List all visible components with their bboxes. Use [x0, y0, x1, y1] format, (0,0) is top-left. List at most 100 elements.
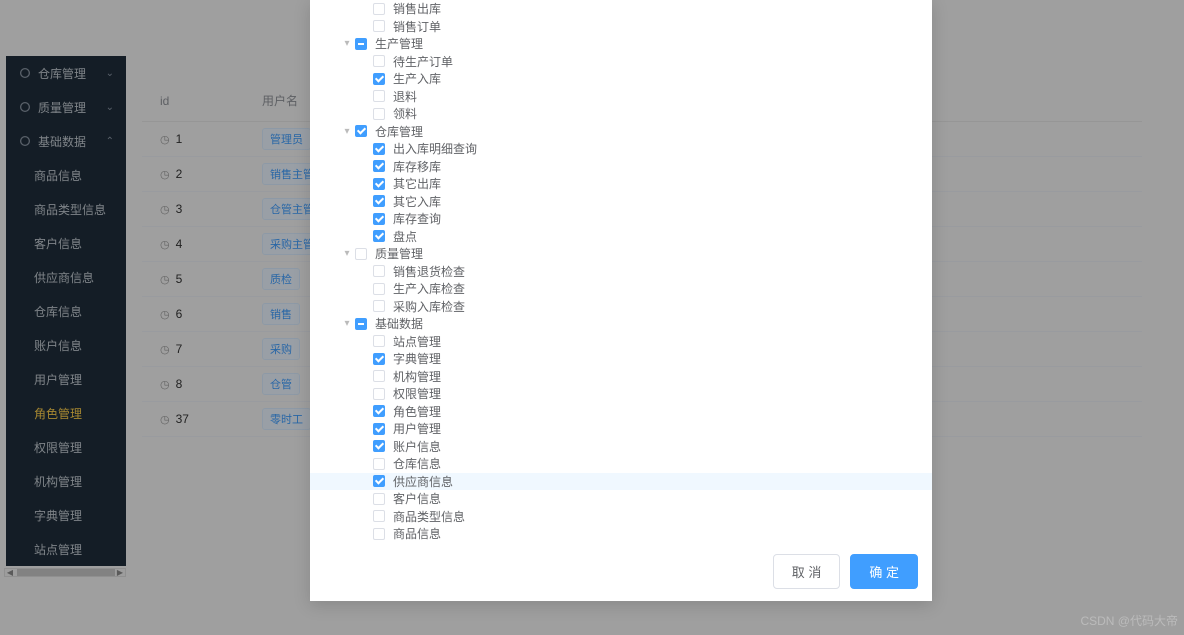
expander-placeholder [360, 109, 370, 119]
tree-node[interactable]: ▾仓库管理 [310, 123, 932, 141]
tree-checkbox[interactable] [373, 195, 385, 207]
expander-placeholder [360, 441, 370, 451]
tree-node[interactable]: 商品类型信息 [310, 508, 932, 526]
tree-node[interactable]: 权限管理 [310, 385, 932, 403]
tree-node-label: 生产管理 [375, 35, 423, 52]
caret-down-icon[interactable]: ▾ [342, 319, 352, 329]
confirm-button[interactable]: 确 定 [850, 554, 918, 589]
tree-node-label: 用户管理 [393, 420, 441, 437]
expander-placeholder [360, 529, 370, 539]
tree-checkbox[interactable] [373, 160, 385, 172]
tree-checkbox[interactable] [373, 283, 385, 295]
tree-checkbox[interactable] [373, 178, 385, 190]
expander-placeholder [360, 406, 370, 416]
tree-node[interactable]: 供应商信息 [310, 473, 932, 491]
tree-checkbox[interactable] [373, 230, 385, 242]
tree-node[interactable]: 客户信息 [310, 490, 932, 508]
tree-checkbox[interactable] [355, 318, 367, 330]
expander-placeholder [360, 4, 370, 14]
tree-checkbox[interactable] [373, 265, 385, 277]
tree-checkbox[interactable] [373, 143, 385, 155]
tree-checkbox[interactable] [373, 528, 385, 540]
tree-node-label: 权限管理 [393, 385, 441, 402]
tree-node[interactable]: 其它出库 [310, 175, 932, 193]
tree-checkbox[interactable] [355, 248, 367, 260]
tree-checkbox[interactable] [355, 38, 367, 50]
tree-node-label: 销售退货检查 [393, 263, 465, 280]
expander-placeholder [360, 74, 370, 84]
tree-node[interactable]: 库存查询 [310, 210, 932, 228]
tree-node[interactable]: ▾基础数据 [310, 315, 932, 333]
tree-node-label: 角色管理 [393, 403, 441, 420]
tree-node-label: 生产入库检查 [393, 280, 465, 297]
tree-checkbox[interactable] [373, 423, 385, 435]
tree-node[interactable]: 账户信息 [310, 438, 932, 456]
expander-placeholder [360, 371, 370, 381]
expander-placeholder [360, 179, 370, 189]
expander-placeholder [360, 389, 370, 399]
tree-checkbox[interactable] [373, 353, 385, 365]
expander-placeholder [360, 231, 370, 241]
tree-node[interactable]: 用户管理 [310, 420, 932, 438]
tree-node-label: 待生产订单 [393, 53, 453, 70]
tree-node[interactable]: 其它入库 [310, 193, 932, 211]
tree-node-label: 客户信息 [393, 490, 441, 507]
tree-node-label: 销售出库 [393, 0, 441, 17]
tree-node[interactable]: 销售退货检查 [310, 263, 932, 281]
tree-node[interactable]: ▾质量管理 [310, 245, 932, 263]
tree-checkbox[interactable] [373, 213, 385, 225]
caret-down-icon[interactable]: ▾ [342, 249, 352, 259]
tree-node[interactable]: 采购入库检查 [310, 298, 932, 316]
tree-node[interactable]: 生产入库检查 [310, 280, 932, 298]
tree-checkbox[interactable] [373, 475, 385, 487]
tree-node[interactable]: 商品信息 [310, 525, 932, 542]
tree-checkbox[interactable] [373, 388, 385, 400]
tree-node[interactable]: 字典管理 [310, 350, 932, 368]
tree-checkbox[interactable] [373, 108, 385, 120]
permission-tree: 销售出库销售订单 ▾ 生产管理待生产订单生产入库退料领料▾仓库管理出入库明细查询库存… [310, 0, 932, 542]
permission-modal: 销售出库销售订单 ▾ 生产管理待生产订单生产入库退料领料▾仓库管理出入库明细查询库存… [310, 0, 932, 601]
tree-node[interactable]: 生产入库 [310, 70, 932, 88]
tree-checkbox[interactable] [373, 73, 385, 85]
tree-node[interactable]: 仓库信息 [310, 455, 932, 473]
tree-node-label: 供应商信息 [393, 473, 453, 490]
tree-node-label: 商品信息 [393, 525, 441, 542]
expander-placeholder [360, 476, 370, 486]
tree-checkbox[interactable] [373, 20, 385, 32]
tree-node[interactable]: 机构管理 [310, 368, 932, 386]
tree-checkbox[interactable] [373, 90, 385, 102]
tree-node[interactable]: 领料 [310, 105, 932, 123]
cancel-button[interactable]: 取 消 [773, 554, 841, 589]
tree-node[interactable]: ▾ 生产管理 [310, 35, 932, 53]
tree-node[interactable]: 盘点 [310, 228, 932, 246]
tree-checkbox[interactable] [373, 493, 385, 505]
tree-node[interactable]: 站点管理 [310, 333, 932, 351]
tree-node-label: 账户信息 [393, 438, 441, 455]
tree-checkbox[interactable] [373, 440, 385, 452]
expander-placeholder [360, 91, 370, 101]
tree-node[interactable]: 退料 [310, 88, 932, 106]
expander-placeholder [360, 144, 370, 154]
expander-placeholder [360, 354, 370, 364]
tree-checkbox[interactable] [373, 405, 385, 417]
tree-node[interactable]: 库存移库 [310, 158, 932, 176]
tree-checkbox[interactable] [373, 300, 385, 312]
expander-placeholder [360, 21, 370, 31]
tree-node-label: 机构管理 [393, 368, 441, 385]
tree-checkbox[interactable] [373, 335, 385, 347]
tree-node[interactable]: 待生产订单 [310, 53, 932, 71]
caret-down-icon[interactable]: ▾ [342, 126, 352, 136]
tree-checkbox[interactable] [373, 458, 385, 470]
tree-checkbox[interactable] [373, 370, 385, 382]
tree-checkbox[interactable] [355, 125, 367, 137]
expander-placeholder [360, 214, 370, 224]
tree-node[interactable]: 销售出库 [310, 0, 932, 18]
tree-node[interactable]: 出入库明细查询 [310, 140, 932, 158]
tree-checkbox[interactable] [373, 55, 385, 67]
tree-node[interactable]: 销售订单 [310, 18, 932, 36]
tree-node[interactable]: 角色管理 [310, 403, 932, 421]
tree-checkbox[interactable] [373, 3, 385, 15]
tree-checkbox[interactable] [373, 510, 385, 522]
tree-node-label: 其它入库 [393, 193, 441, 210]
caret-down-icon[interactable]: ▾ [342, 39, 352, 49]
